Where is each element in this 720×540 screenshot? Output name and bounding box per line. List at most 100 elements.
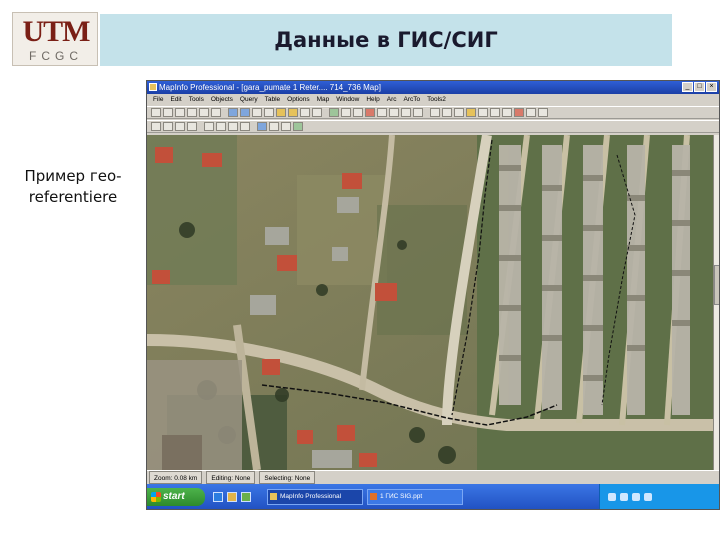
polygon-select-icon[interactable] xyxy=(187,108,197,117)
menu-query[interactable]: Query xyxy=(240,94,258,106)
mapinfo-app-icon xyxy=(149,83,157,91)
mapinfo-window: MapInfo Professional - [gara_pumate 1 Re… xyxy=(146,80,720,510)
mapinfo-task-icon xyxy=(270,493,277,500)
ruler-icon[interactable] xyxy=(341,108,351,117)
ie-icon[interactable] xyxy=(213,492,223,502)
map-window[interactable] xyxy=(147,135,713,470)
window-controls: _ □ × xyxy=(682,82,717,92)
marquee-select-icon[interactable] xyxy=(163,108,173,117)
window-title: MapInfo Professional - [gara_pumate 1 Re… xyxy=(159,83,381,92)
arc-tool-icon[interactable] xyxy=(466,108,476,117)
status-zoom[interactable]: Zoom: 0.08 km xyxy=(149,471,203,484)
line-style-icon[interactable] xyxy=(526,108,536,117)
logo-mark: UTM xyxy=(22,15,91,48)
windows-taskbar: start MapInfo Professional 1 ГИС SIG.ppt xyxy=(147,484,719,509)
logo-subtitle: FCGC xyxy=(29,49,83,63)
line-tool-icon[interactable] xyxy=(442,108,452,117)
task-mapinfo-label: MapInfo Professional xyxy=(280,493,342,500)
unselect-all-icon[interactable] xyxy=(211,108,221,117)
symbol-tool-icon[interactable] xyxy=(430,108,440,117)
maximize-icon[interactable]: □ xyxy=(694,82,705,92)
menu-tools2[interactable]: Tools2 xyxy=(427,94,446,106)
open-table-icon[interactable] xyxy=(163,122,173,131)
zoom-in-icon[interactable] xyxy=(228,108,238,117)
help-icon[interactable] xyxy=(257,122,267,131)
desktop-icon[interactable] xyxy=(241,492,251,502)
map-vertical-scrollbar[interactable] xyxy=(713,135,719,470)
zoom-out-icon[interactable] xyxy=(240,108,250,117)
region-style-icon[interactable] xyxy=(514,108,524,117)
start-button[interactable]: start xyxy=(147,488,205,506)
antivirus-icon[interactable] xyxy=(632,493,640,501)
close-icon[interactable]: × xyxy=(706,82,717,92)
copy-icon[interactable] xyxy=(216,122,226,131)
add-node-icon[interactable] xyxy=(281,122,291,131)
menu-options[interactable]: Options xyxy=(287,94,309,106)
menu-arcto[interactable]: ArcTo xyxy=(403,94,420,106)
side-caption: Пример гео-referentiere xyxy=(24,167,122,206)
start-label: start xyxy=(163,491,185,502)
powerpoint-task-icon xyxy=(370,493,377,500)
print-icon[interactable] xyxy=(187,122,197,131)
drag-window-icon[interactable] xyxy=(312,108,322,117)
menu-window[interactable]: Window xyxy=(336,94,359,106)
undo-icon[interactable] xyxy=(240,122,250,131)
status-editing[interactable]: Editing: None xyxy=(206,471,256,484)
save-table-icon[interactable] xyxy=(175,122,185,131)
menu-objects[interactable]: Objects xyxy=(211,94,233,106)
rectangle-tool-icon[interactable] xyxy=(502,108,512,117)
paste-icon[interactable] xyxy=(228,122,238,131)
window-titlebar: MapInfo Professional - [gara_pumate 1 Re… xyxy=(147,81,719,94)
slide-title: Данные в ГИС/СИГ xyxy=(274,28,498,52)
menu-arc[interactable]: Arc xyxy=(387,94,397,106)
radius-select-icon[interactable] xyxy=(175,108,185,117)
scroll-thumb[interactable] xyxy=(714,265,719,305)
new-mapper-icon[interactable] xyxy=(389,108,399,117)
hotlink-icon[interactable] xyxy=(288,108,298,117)
boundary-select-icon[interactable] xyxy=(199,108,209,117)
menu-edit[interactable]: Edit xyxy=(170,94,181,106)
label-tool-icon[interactable] xyxy=(300,108,310,117)
title-band: Данные в ГИС/СИГ xyxy=(100,14,672,66)
task-mapinfo[interactable]: MapInfo Professional xyxy=(267,489,363,505)
polygon-tool-icon[interactable] xyxy=(478,108,488,117)
show-statistics-icon[interactable] xyxy=(353,108,363,117)
menu-help[interactable]: Help xyxy=(366,94,379,106)
secondary-toolbar xyxy=(147,120,719,133)
menu-bar: File Edit Tools Objects Query Table Opti… xyxy=(147,94,719,106)
cut-icon[interactable] xyxy=(204,122,214,131)
symbol-style-icon[interactable] xyxy=(538,108,548,117)
menu-table[interactable]: Table xyxy=(265,94,281,106)
ellipse-tool-icon[interactable] xyxy=(490,108,500,117)
status-selecting[interactable]: Selecting: None xyxy=(259,471,316,484)
menu-file[interactable]: File xyxy=(153,94,163,106)
system-tray xyxy=(599,484,719,509)
change-view-icon[interactable] xyxy=(252,108,262,117)
menu-map[interactable]: Map xyxy=(317,94,330,106)
info-tool-icon[interactable] xyxy=(276,108,286,117)
task-powerpoint[interactable]: 1 ГИС SIG.ppt xyxy=(367,489,463,505)
network-icon[interactable] xyxy=(608,493,616,501)
new-grapher-icon[interactable] xyxy=(401,108,411,117)
status-bar: Zoom: 0.08 km Editing: None Selecting: N… xyxy=(147,470,719,484)
layer-control-icon[interactable] xyxy=(329,108,339,117)
university-logo: UTM FCGC xyxy=(12,12,98,66)
volume-icon[interactable] xyxy=(620,493,628,501)
folder-icon[interactable] xyxy=(227,492,237,502)
aerial-photo xyxy=(147,135,713,470)
windows-logo-icon xyxy=(151,492,161,502)
new-browser-icon[interactable] xyxy=(377,108,387,117)
polyline-tool-icon[interactable] xyxy=(454,108,464,117)
select-tool-icon[interactable] xyxy=(151,108,161,117)
new-table-icon[interactable] xyxy=(151,122,161,131)
language-icon[interactable] xyxy=(644,493,652,501)
minimize-icon[interactable]: _ xyxy=(682,82,693,92)
snap-icon[interactable] xyxy=(293,122,303,131)
grabber-hand-icon[interactable] xyxy=(264,108,274,117)
main-toolbar xyxy=(147,106,719,119)
menu-tools[interactable]: Tools xyxy=(189,94,204,106)
new-layout-icon[interactable] xyxy=(413,108,423,117)
legend-icon[interactable] xyxy=(365,108,375,117)
task-powerpoint-label: 1 ГИС SIG.ppt xyxy=(380,493,423,500)
reshape-icon[interactable] xyxy=(269,122,279,131)
